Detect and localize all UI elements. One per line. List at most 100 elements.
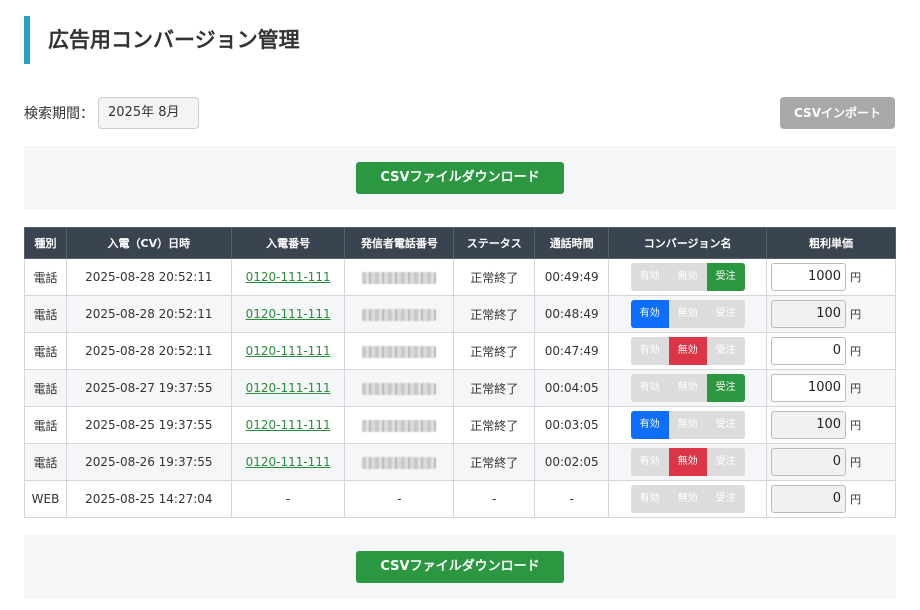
conversion-toggle: 有効 無効 受注	[630, 263, 745, 291]
cell-caller	[344, 295, 455, 333]
cell-caller	[344, 369, 455, 407]
cv-option[interactable]: 受注	[706, 411, 745, 439]
header-number: 入電番号	[230, 227, 346, 259]
profit-input[interactable]: 1000	[771, 374, 847, 402]
cell-profit: 100 円	[766, 406, 896, 444]
currency-label: 円	[850, 419, 862, 432]
conversion-toggle: 有効 無効 受注	[630, 374, 745, 402]
number-link[interactable]: 0120-111-111	[246, 418, 331, 432]
table-row: 電話 2025-08-25 19:37:55 0120-111-111 正常終了 00:…	[24, 406, 896, 444]
table-header-row: 種別 入電（CV）日時 入電番号 発信者電話番号 ステータス 通話時間 コンバー…	[24, 227, 896, 259]
cv-option[interactable]: 受注	[706, 485, 745, 513]
cv-option[interactable]: 受注	[706, 374, 745, 402]
masked-caller-number	[362, 345, 437, 358]
csv-download-button[interactable]: CSVファイルダウンロード	[356, 162, 564, 194]
cell-duration: 00:03:05	[534, 406, 610, 444]
table-row: 電話 2025-08-28 20:52:11 0120-111-111 正常終了 00:…	[24, 258, 896, 296]
cv-option[interactable]: 受注	[706, 337, 745, 365]
cv-option[interactable]: 有効	[630, 263, 669, 291]
cell-profit: 0円	[766, 443, 896, 481]
cv-option[interactable]: 無効	[668, 374, 707, 402]
masked-caller-number	[362, 456, 437, 469]
masked-caller-number	[362, 382, 437, 395]
profit-input[interactable]: 0	[771, 337, 847, 365]
cell-type: 電話	[24, 258, 67, 296]
cell-profit: 100 円	[766, 295, 896, 333]
cell-datetime: 2025-08-26 19:37:55	[65, 443, 232, 481]
number-link[interactable]: 0120-111-111	[246, 344, 331, 358]
cell-duration: -	[534, 480, 610, 518]
cv-option[interactable]: 無効	[668, 411, 707, 439]
cell-number: -	[230, 480, 346, 518]
period-label: 検索期間：	[24, 106, 94, 122]
currency-label: 円	[850, 271, 862, 284]
table-row: 電話 2025-08-28 20:52:11 0120-111-111 正常終了 00:…	[24, 295, 896, 333]
cv-option[interactable]: 有効	[630, 411, 669, 439]
cell-type: 電話	[24, 443, 67, 481]
table-row: 電話 2025-08-28 20:52:11 0120-111-111 正常終了 00:…	[24, 332, 896, 370]
cell-type: 電話	[24, 295, 67, 333]
masked-caller-number	[362, 308, 437, 321]
cv-option[interactable]: 有効	[630, 448, 669, 476]
profit-input[interactable]: 1000	[771, 263, 847, 291]
cell-type: 電話	[24, 369, 67, 407]
header-status: ステータス	[453, 227, 536, 259]
cell-caller	[344, 332, 455, 370]
masked-caller-number	[362, 271, 437, 284]
cell-status: 正常終了	[453, 295, 536, 333]
cv-option[interactable]: 無効	[668, 485, 707, 513]
cell-status: 正常終了	[453, 443, 536, 481]
table-row: WEB 2025-08-25 14:27:04- - - - 有効 無効 受注 0 円	[24, 480, 896, 518]
profit-input[interactable]: 0	[771, 485, 847, 513]
conversion-toggle: 有効 無効 受注	[630, 448, 745, 476]
cell-datetime: 2025-08-25 19:37:55	[65, 406, 232, 444]
cv-option[interactable]: 有効	[630, 374, 669, 402]
cell-duration: 00:04:05	[534, 369, 610, 407]
number-link[interactable]: 0120-111-111	[246, 381, 331, 395]
cell-status: 正常終了	[453, 258, 536, 296]
cell-conversion: 有効 無効 受注	[608, 480, 768, 518]
conversion-toggle: 有効 無効 受注	[630, 485, 745, 513]
cell-type: 電話	[24, 406, 67, 444]
number-link[interactable]: 0120-111-111	[246, 270, 331, 284]
csv-import-button[interactable]: CSVインポート	[780, 97, 895, 129]
cell-datetime: 2025-08-27 19:37:55	[65, 369, 232, 407]
cell-type: WEB	[24, 480, 67, 518]
cv-option[interactable]: 無効	[668, 300, 707, 328]
conversion-toggle: 有効 無効 受注	[630, 411, 745, 439]
cell-caller: -	[344, 480, 455, 518]
cv-option[interactable]: 無効	[668, 263, 707, 291]
cell-number: 0120-111-111	[230, 332, 346, 370]
currency-label: 円	[850, 308, 862, 321]
cv-option[interactable]: 受注	[706, 448, 745, 476]
profit-input[interactable]: 100	[771, 411, 847, 439]
cell-status: 正常終了	[453, 369, 536, 407]
header-datetime: 入電（CV）日時	[65, 227, 232, 259]
cv-option[interactable]: 無効	[668, 448, 707, 476]
cv-option[interactable]: 有効	[630, 300, 669, 328]
cell-caller	[344, 258, 455, 296]
period-select[interactable]: 2025年 8月	[98, 97, 199, 129]
csv-download-button[interactable]: CSVファイルダウンロード	[356, 551, 564, 583]
header-type: 種別	[24, 227, 67, 259]
cv-option[interactable]: 受注	[706, 263, 745, 291]
cell-status: -	[453, 480, 536, 518]
currency-label: 円	[850, 493, 862, 506]
cell-profit: 0円	[766, 332, 896, 370]
profit-input[interactable]: 0	[771, 448, 847, 476]
cell-conversion: 有効 無効 受注	[608, 258, 768, 296]
cv-option[interactable]: 無効	[668, 337, 707, 365]
number-link[interactable]: 0120-111-111	[246, 455, 331, 469]
cv-option[interactable]: 受注	[706, 300, 745, 328]
conversion-table: 種別 入電（CV）日時 入電番号 発信者電話番号 ステータス 通話時間 コンバー…	[24, 227, 896, 518]
cv-option[interactable]: 有効	[630, 485, 669, 513]
cell-profit: 1000 円	[766, 369, 896, 407]
number-link[interactable]: 0120-111-111	[246, 307, 331, 321]
conversion-toggle: 有効 無効 受注	[630, 337, 745, 365]
cell-number: 0120-111-111	[230, 295, 346, 333]
profit-input[interactable]: 100	[771, 300, 847, 328]
header-caller: 発信者電話番号	[344, 227, 455, 259]
cell-number: 0120-111-111	[230, 443, 346, 481]
cv-option[interactable]: 有効	[630, 337, 669, 365]
cell-duration: 00:47:49	[534, 332, 610, 370]
